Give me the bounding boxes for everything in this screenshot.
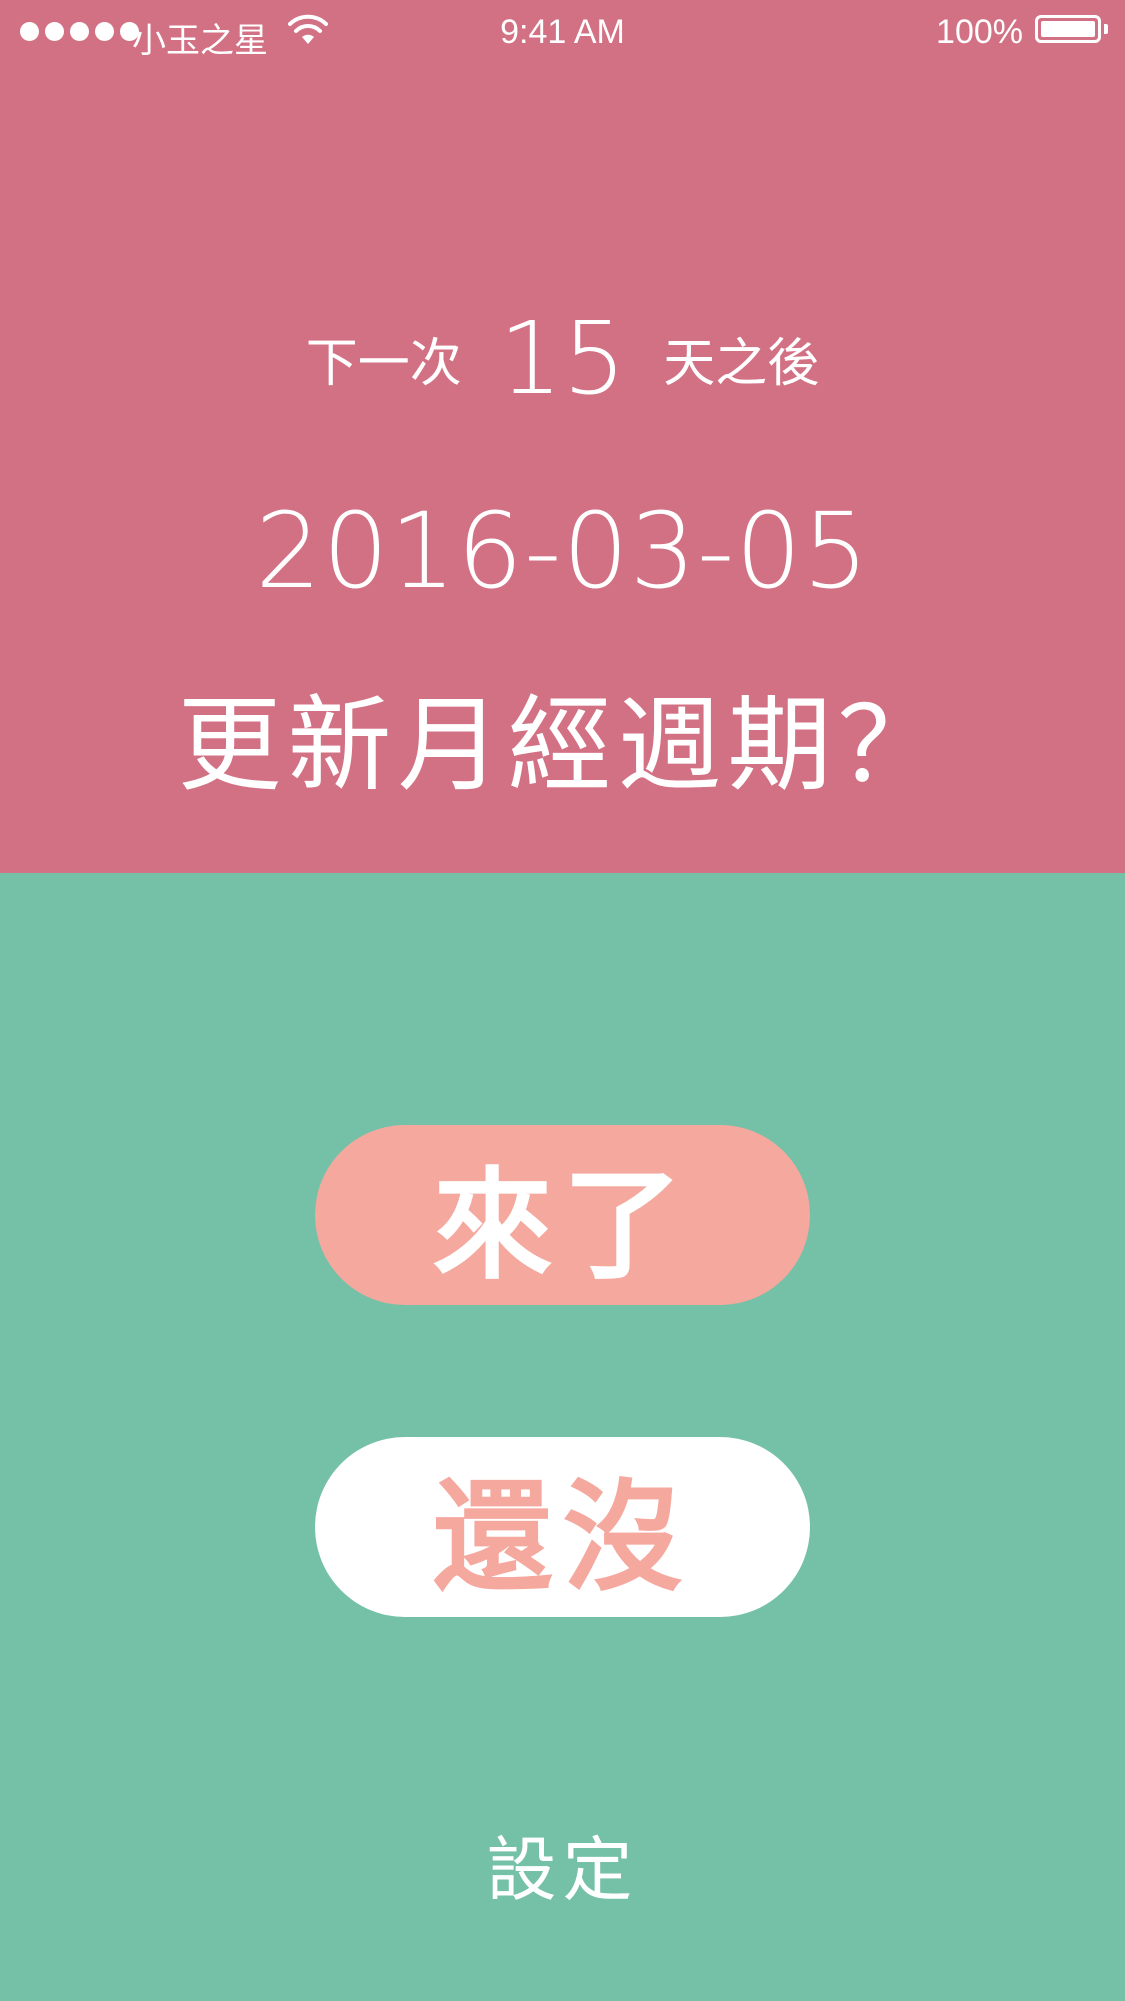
- top-panel: 小玉之星 9:41 AM 100% 下一次 15 天之後 2016-03-05 …: [0, 0, 1125, 873]
- countdown-line: 下一次 15 天之後: [0, 300, 1125, 417]
- period-came-button[interactable]: 來了: [315, 1125, 810, 1305]
- battery-fill: [1041, 21, 1095, 37]
- app-screen: 小玉之星 9:41 AM 100% 下一次 15 天之後 2016-03-05 …: [0, 0, 1125, 2001]
- next-period-date: 2016-03-05: [255, 490, 870, 612]
- countdown-prefix: 下一次: [305, 334, 462, 394]
- settings-link[interactable]: 設定: [0, 1814, 1125, 1915]
- battery-icon: [1035, 15, 1101, 43]
- countdown-suffix: 天之後: [663, 334, 820, 394]
- status-bar: 小玉之星 9:41 AM 100%: [0, 0, 1125, 66]
- not-yet-button[interactable]: 還沒: [315, 1437, 810, 1617]
- countdown-days: 15: [498, 300, 627, 417]
- update-cycle-question: 更新月經週期？: [177, 684, 948, 806]
- battery-percentage: 100%: [936, 13, 1023, 51]
- battery-tip: [1104, 24, 1108, 34]
